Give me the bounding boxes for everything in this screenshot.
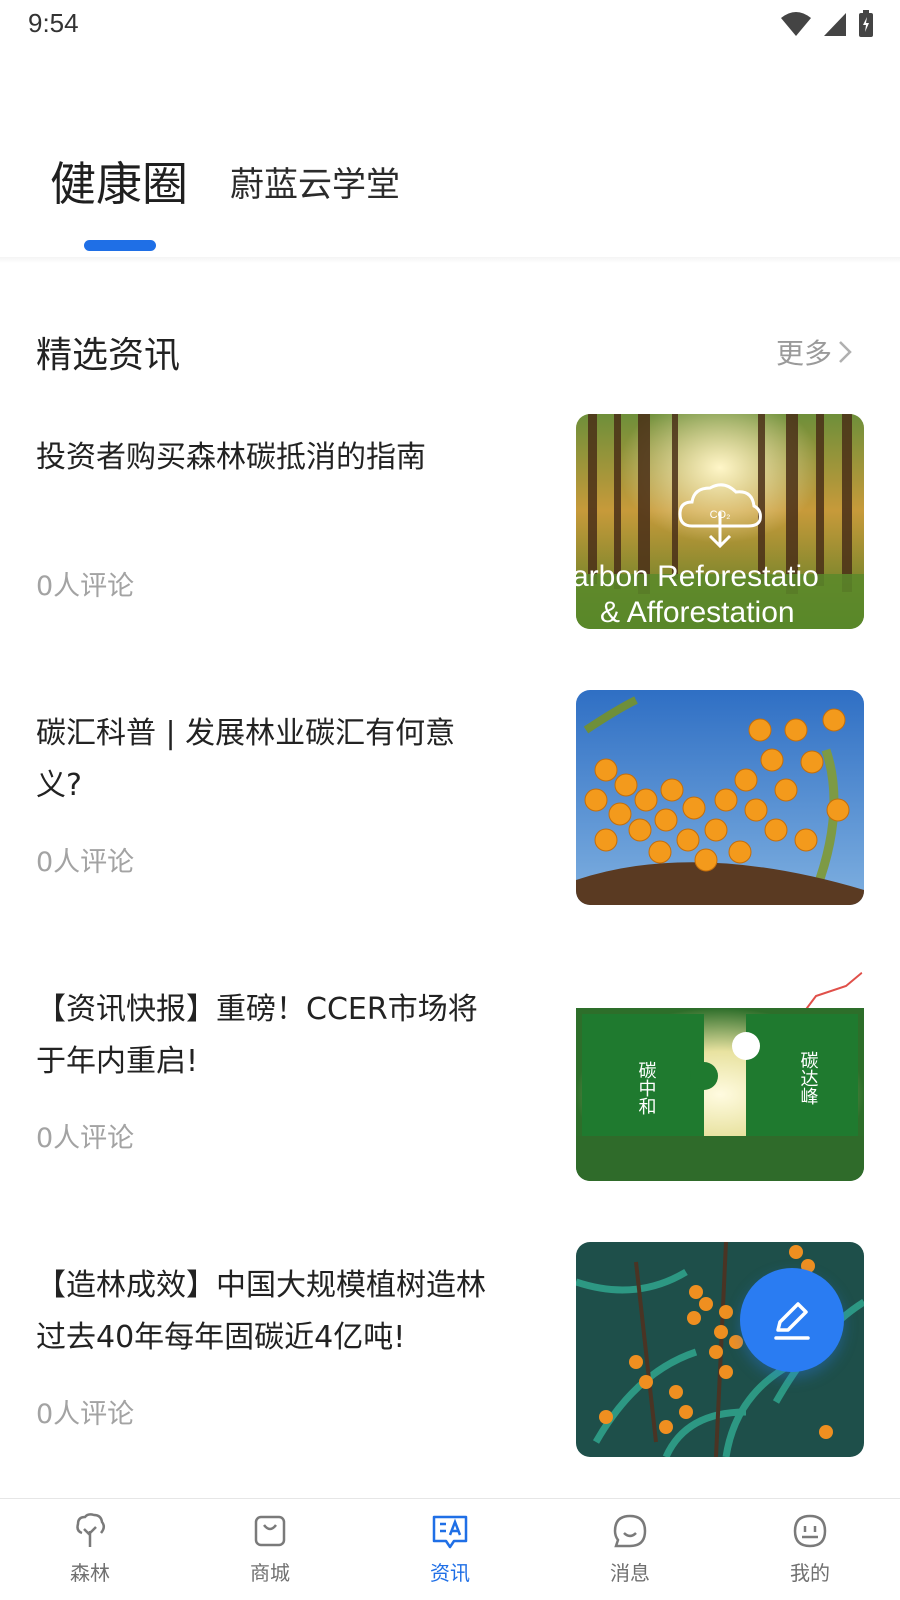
nav-item-news[interactable]: 资讯 bbox=[360, 1499, 540, 1600]
nav-label: 我的 bbox=[790, 1561, 830, 1585]
section-title: 精选资讯 bbox=[36, 335, 181, 376]
tab-blue-cloud-school[interactable]: 蔚蓝云学堂 bbox=[230, 157, 400, 206]
nav-label: 森林 bbox=[70, 1561, 110, 1585]
image-label-carbon-peak: 碳达峰 bbox=[798, 1051, 819, 1105]
news-icon bbox=[432, 1515, 468, 1549]
nav-item-messages[interactable]: 消息 bbox=[540, 1499, 720, 1600]
news-item[interactable]: 【资讯快报】重磅！CCER市场将于年内重启! 0人评论 碳中和 碳达峰 bbox=[36, 966, 864, 1181]
news-comment-count: 0人评论 bbox=[36, 1123, 135, 1154]
shop-bag-icon bbox=[254, 1515, 286, 1547]
profile-icon bbox=[793, 1514, 827, 1548]
nav-item-profile[interactable]: 我的 bbox=[720, 1499, 900, 1600]
tab-active-indicator bbox=[84, 240, 156, 251]
tabs-divider bbox=[0, 257, 900, 263]
news-thumbnail: CO₂ arbon Reforestatio & Afforestation bbox=[576, 414, 864, 629]
nav-item-forest[interactable]: 森林 bbox=[0, 1499, 180, 1600]
news-title: 【造林成效】中国大规模植树造林过去40年每年固碳近4亿吨! bbox=[36, 1268, 486, 1355]
news-title: 碳汇科普 | 发展林业碳汇有何意义? bbox=[36, 716, 456, 803]
nav-label: 消息 bbox=[610, 1561, 650, 1585]
news-item[interactable]: 碳汇科普 | 发展林业碳汇有何意义? 0人评论 bbox=[36, 690, 864, 905]
pencil-icon bbox=[774, 1302, 810, 1340]
news-comment-count: 0人评论 bbox=[36, 1399, 135, 1430]
status-bar: 9:54 bbox=[0, 0, 900, 50]
wifi-icon bbox=[781, 12, 811, 36]
news-thumbnail: 碳中和 碳达峰 bbox=[576, 966, 864, 1181]
news-title: 【资讯快报】重磅！CCER市场将于年内重启! bbox=[36, 992, 478, 1079]
battery-icon bbox=[859, 10, 873, 37]
nav-item-shop[interactable]: 商城 bbox=[180, 1499, 360, 1600]
top-tabs: 健康圈 蔚蓝云学堂 bbox=[0, 120, 900, 260]
news-comment-count: 0人评论 bbox=[36, 847, 135, 878]
image-label-carbon-neutral: 碳中和 bbox=[636, 1061, 657, 1115]
nav-label: 商城 bbox=[250, 1561, 290, 1585]
more-label: 更多 bbox=[775, 337, 832, 370]
news-item[interactable]: 【造林成效】中国大规模植树造林过去40年每年固碳近4亿吨! 0人评论 bbox=[36, 1242, 864, 1457]
chevron-right-icon bbox=[839, 341, 852, 363]
nav-label: 资讯 bbox=[430, 1561, 470, 1585]
message-icon bbox=[613, 1514, 647, 1548]
news-title: 投资者购买森林碳抵消的指南 bbox=[36, 440, 426, 475]
image-badge-text: CO₂ bbox=[710, 509, 731, 521]
status-icons bbox=[780, 10, 874, 38]
news-comment-count: 0人评论 bbox=[36, 571, 135, 602]
news-item[interactable]: 投资者购买森林碳抵消的指南 0人评论 CO₂ arbon Reforestati… bbox=[36, 414, 864, 629]
news-thumbnail bbox=[576, 690, 864, 905]
compose-fab-button[interactable] bbox=[740, 1268, 844, 1372]
image-caption-line-2: & Afforestation bbox=[600, 596, 795, 629]
status-time: 9:54 bbox=[28, 8, 79, 38]
bottom-navigation: 森林 商城 资讯 消息 我的 bbox=[0, 1498, 900, 1600]
signal-icon bbox=[824, 13, 846, 36]
more-link[interactable]: 更多 bbox=[776, 332, 852, 372]
section-header: 精选资讯 更多 bbox=[36, 326, 862, 376]
image-caption-line-1: arbon Reforestatio bbox=[576, 560, 819, 593]
tab-health-circle[interactable]: 健康圈 bbox=[50, 148, 188, 214]
forest-icon bbox=[76, 1513, 105, 1547]
